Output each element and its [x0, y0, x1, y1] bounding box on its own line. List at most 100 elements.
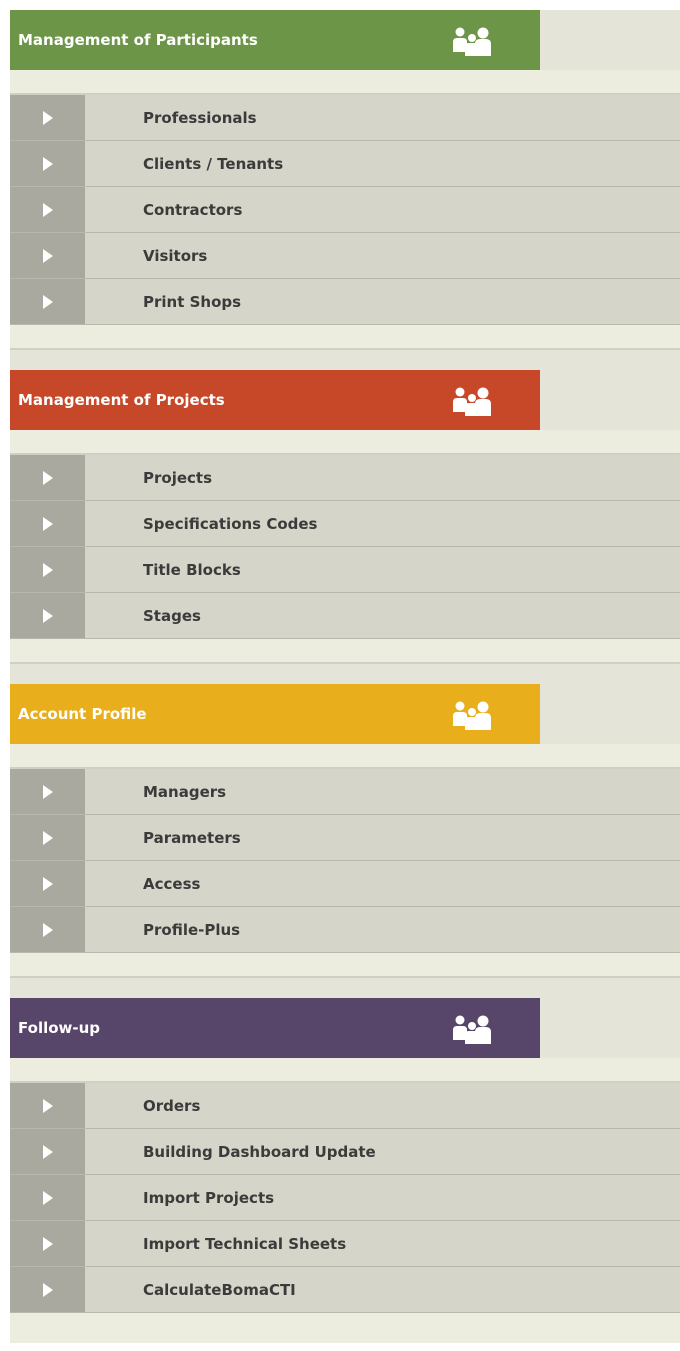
spacer — [10, 325, 680, 350]
menu-item-stages[interactable]: Stages — [10, 593, 680, 639]
section-header-follow-up[interactable]: Follow-up — [10, 998, 540, 1058]
spacer — [10, 744, 680, 769]
menu-item-label: CalculateBomaCTI — [143, 1280, 296, 1299]
spacer — [10, 1058, 680, 1083]
spacer — [10, 1313, 680, 1343]
spacer — [10, 664, 680, 684]
menu-item-label: Clients / Tenants — [143, 154, 284, 173]
arrow-cell — [10, 547, 85, 592]
menu-item-label: Visitors — [143, 246, 208, 265]
menu-item-building-dashboard-update[interactable]: Building Dashboard Update — [10, 1129, 680, 1175]
people-icon — [453, 1015, 491, 1044]
spacer — [10, 978, 680, 998]
menu-item-label: Building Dashboard Update — [143, 1142, 376, 1161]
menu-item-print-shops[interactable]: Print Shops — [10, 279, 680, 325]
menu-item-specifications-codes[interactable]: Specifications Codes — [10, 501, 680, 547]
chevron-right-icon — [42, 1236, 53, 1251]
menu-item-label: Print Shops — [143, 292, 242, 311]
arrow-cell — [10, 1267, 85, 1312]
chevron-right-icon — [42, 562, 53, 577]
menu-item-import-projects[interactable]: Import Projects — [10, 1175, 680, 1221]
section-header-row: Account Profile — [10, 684, 680, 744]
section-header-participants[interactable]: Management of Participants — [10, 10, 540, 70]
spacer — [10, 430, 680, 455]
arrow-cell — [10, 1129, 85, 1174]
arrow-cell — [10, 95, 85, 140]
menu-item-access[interactable]: Access — [10, 861, 680, 907]
chevron-right-icon — [42, 202, 53, 217]
section-header-account-profile[interactable]: Account Profile — [10, 684, 540, 744]
arrow-cell — [10, 187, 85, 232]
menu-item-import-technical-sheets[interactable]: Import Technical Sheets — [10, 1221, 680, 1267]
section-account-profile: Account Profile Managers Parameters Acce… — [10, 684, 680, 998]
people-icon — [453, 701, 491, 730]
menu-item-label: Import Technical Sheets — [143, 1234, 347, 1253]
people-icon — [453, 387, 491, 416]
arrow-cell — [10, 815, 85, 860]
menu-item-label: Access — [143, 874, 201, 893]
menu-item-label: Stages — [143, 606, 201, 625]
section-header-row: Follow-up — [10, 998, 680, 1058]
section-follow-up: Follow-up Orders Building Dashboard Upda… — [10, 998, 680, 1343]
menu-item-managers[interactable]: Managers — [10, 769, 680, 815]
menu-item-label: Managers — [143, 782, 227, 801]
spacer — [10, 70, 680, 95]
chevron-right-icon — [42, 608, 53, 623]
spacer — [10, 350, 680, 370]
chevron-right-icon — [42, 516, 53, 531]
menu-item-label: Parameters — [143, 828, 241, 847]
arrow-cell — [10, 1083, 85, 1128]
people-icon — [453, 27, 491, 56]
arrow-cell — [10, 279, 85, 324]
menu-item-label: Import Projects — [143, 1188, 275, 1207]
menu-item-label: Specifications Codes — [143, 514, 318, 533]
menu-item-visitors[interactable]: Visitors — [10, 233, 680, 279]
menu-item-profile-plus[interactable]: Profile-Plus — [10, 907, 680, 953]
menu-item-clients-tenants[interactable]: Clients / Tenants — [10, 141, 680, 187]
arrow-cell — [10, 455, 85, 500]
menu-item-label: Professionals — [143, 108, 257, 127]
arrow-cell — [10, 861, 85, 906]
arrow-cell — [10, 1221, 85, 1266]
section-participants: Management of Participants Professionals… — [10, 10, 680, 370]
menu-item-professionals[interactable]: Professionals — [10, 95, 680, 141]
menu-item-label: Profile-Plus — [143, 920, 241, 939]
chevron-right-icon — [42, 876, 53, 891]
chevron-right-icon — [42, 1098, 53, 1113]
arrow-cell — [10, 593, 85, 638]
arrow-cell — [10, 501, 85, 546]
arrow-cell — [10, 233, 85, 278]
chevron-right-icon — [42, 784, 53, 799]
chevron-right-icon — [42, 248, 53, 263]
arrow-cell — [10, 141, 85, 186]
chevron-right-icon — [42, 1144, 53, 1159]
chevron-right-icon — [42, 922, 53, 937]
chevron-right-icon — [42, 294, 53, 309]
menu-item-projects[interactable]: Projects — [10, 455, 680, 501]
section-header-row: Management of Participants — [10, 10, 680, 70]
chevron-right-icon — [42, 156, 53, 171]
menu-item-title-blocks[interactable]: Title Blocks — [10, 547, 680, 593]
menu-item-calculate-boma-cti[interactable]: CalculateBomaCTI — [10, 1267, 680, 1313]
chevron-right-icon — [42, 470, 53, 485]
chevron-right-icon — [42, 110, 53, 125]
spacer — [10, 953, 680, 978]
menu-item-contractors[interactable]: Contractors — [10, 187, 680, 233]
menu-item-label: Contractors — [143, 200, 243, 219]
menu-item-label: Projects — [143, 468, 213, 487]
section-header-row: Management of Projects — [10, 370, 680, 430]
menu-item-label: Title Blocks — [143, 560, 241, 579]
chevron-right-icon — [42, 1190, 53, 1205]
chevron-right-icon — [42, 1282, 53, 1297]
section-header-projects[interactable]: Management of Projects — [10, 370, 540, 430]
side-menu: Management of Participants Professionals… — [10, 10, 680, 1343]
arrow-cell — [10, 907, 85, 952]
menu-item-parameters[interactable]: Parameters — [10, 815, 680, 861]
menu-item-label: Orders — [143, 1096, 201, 1115]
menu-item-orders[interactable]: Orders — [10, 1083, 680, 1129]
chevron-right-icon — [42, 830, 53, 845]
arrow-cell — [10, 1175, 85, 1220]
spacer — [10, 639, 680, 664]
section-projects: Management of Projects Projects Specific… — [10, 370, 680, 684]
arrow-cell — [10, 769, 85, 814]
